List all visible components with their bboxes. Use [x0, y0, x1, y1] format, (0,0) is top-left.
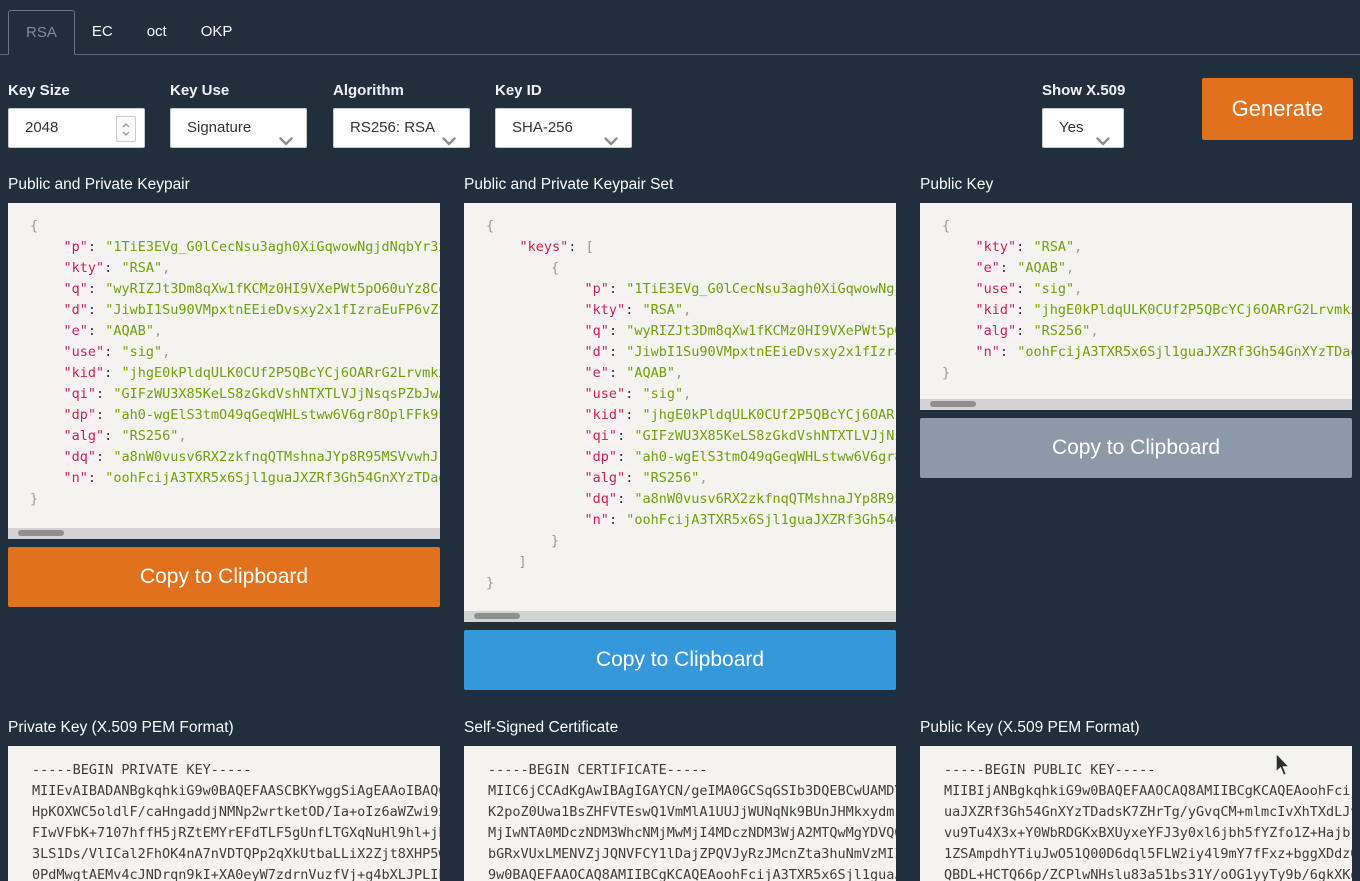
show-x509-label: Show X.509: [1042, 82, 1125, 100]
key-id-select[interactable]: SHA-256: [495, 108, 632, 148]
public-key-column: Public Key { "kty": "RSA", "e": "AQAB", …: [920, 175, 1352, 478]
generator-form: Key Size 2048 Key Use Signature Algorith…: [0, 82, 1360, 148]
certificate-title: Self-Signed Certificate: [464, 718, 896, 737]
chevron-down-icon: [279, 123, 293, 148]
key-id-label: Key ID: [495, 82, 632, 100]
keypair-json-code: { "p": "1TiE3EVg_G0lCecNsu3agh0XiGqwowNg…: [8, 203, 440, 510]
key-use-label: Key Use: [170, 82, 307, 100]
public-key-json-code: { "kty": "RSA", "e": "AQAB", "use": "sig…: [920, 203, 1352, 384]
key-id-field: Key ID SHA-256: [495, 82, 632, 148]
copy-keypair-button[interactable]: Copy to Clipboard: [8, 547, 440, 607]
private-key-pem-text: -----BEGIN PRIVATE KEY-----MIIEvAIBADANB…: [8, 746, 440, 881]
private-key-pem-column: Private Key (X.509 PEM Format) -----BEGI…: [8, 718, 440, 881]
chevron-down-icon: [604, 123, 618, 148]
algorithm-field: Algorithm RS256: RSA: [333, 82, 470, 148]
chevron-down-icon: [1096, 123, 1110, 148]
spinner-up-icon[interactable]: [122, 123, 130, 128]
show-x509-select[interactable]: Yes: [1042, 108, 1124, 148]
certificate-text: -----BEGIN CERTIFICATE-----MIIC6jCCAdKgA…: [464, 746, 896, 881]
keypair-set-json-code: { "keys": [ { "p": "1TiE3EVg_G0lCecNsu3a…: [464, 203, 896, 594]
number-spinner[interactable]: [116, 116, 136, 142]
certificate-column: Self-Signed Certificate -----BEGIN CERTI…: [464, 718, 896, 881]
key-type-tabs: RSA EC oct OKP: [0, 10, 1360, 55]
key-id-value: SHA-256: [512, 119, 573, 136]
horizontal-scrollbar[interactable]: [464, 611, 896, 622]
public-key-title: Public Key: [920, 175, 1352, 194]
public-key-pem-title: Public Key (X.509 PEM Format): [920, 718, 1352, 737]
keypair-column: Public and Private Keypair { "p": "1TiE3…: [8, 175, 440, 607]
key-size-field: Key Size 2048: [8, 82, 145, 148]
tab-rsa[interactable]: RSA: [8, 10, 75, 55]
key-size-input[interactable]: 2048: [8, 108, 145, 148]
key-size-label: Key Size: [8, 82, 145, 100]
spinner-down-icon[interactable]: [122, 131, 130, 136]
public-key-json-box[interactable]: { "kty": "RSA", "e": "AQAB", "use": "sig…: [920, 203, 1352, 410]
horizontal-scrollbar[interactable]: [8, 528, 440, 539]
keypair-set-column: Public and Private Keypair Set { "keys":…: [464, 175, 896, 690]
key-use-select[interactable]: Signature: [170, 108, 307, 148]
json-results: Public and Private Keypair { "p": "1TiE3…: [0, 175, 1360, 690]
key-use-value: Signature: [187, 119, 251, 136]
private-key-pem-box[interactable]: -----BEGIN PRIVATE KEY-----MIIEvAIBADANB…: [8, 746, 440, 881]
show-x509-value: Yes: [1059, 119, 1083, 136]
tab-ec[interactable]: EC: [75, 10, 130, 55]
private-key-pem-title: Private Key (X.509 PEM Format): [8, 718, 440, 737]
public-key-pem-column: Public Key (X.509 PEM Format) -----BEGIN…: [920, 718, 1352, 881]
keypair-title: Public and Private Keypair: [8, 175, 440, 194]
tab-oct[interactable]: oct: [130, 10, 184, 55]
horizontal-scrollbar[interactable]: [920, 399, 1352, 410]
keypair-set-json-box[interactable]: { "keys": [ { "p": "1TiE3EVg_G0lCecNsu3a…: [464, 203, 896, 622]
keypair-set-title: Public and Private Keypair Set: [464, 175, 896, 194]
key-use-field: Key Use Signature: [170, 82, 307, 148]
algorithm-select[interactable]: RS256: RSA: [333, 108, 470, 148]
algorithm-label: Algorithm: [333, 82, 470, 100]
scrollbar-thumb[interactable]: [18, 530, 64, 536]
scrollbar-thumb[interactable]: [930, 401, 976, 407]
tab-okp[interactable]: OKP: [184, 10, 250, 55]
copy-keypair-set-button[interactable]: Copy to Clipboard: [464, 630, 896, 690]
copy-public-key-button[interactable]: Copy to Clipboard: [920, 418, 1352, 478]
algorithm-value: RS256: RSA: [350, 119, 435, 136]
pem-results: Private Key (X.509 PEM Format) -----BEGI…: [0, 718, 1360, 881]
mkjwk-app: RSA EC oct OKP Key Size 2048 Key Use Sig…: [0, 0, 1360, 881]
key-size-value: 2048: [25, 119, 58, 136]
certificate-box[interactable]: -----BEGIN CERTIFICATE-----MIIC6jCCAdKgA…: [464, 746, 896, 881]
chevron-down-icon: [442, 123, 456, 148]
generate-button[interactable]: Generate: [1202, 78, 1353, 140]
show-x509-field: Show X.509 Yes: [1042, 82, 1125, 148]
keypair-json-box[interactable]: { "p": "1TiE3EVg_G0lCecNsu3agh0XiGqwowNg…: [8, 203, 440, 539]
mouse-cursor-icon: [1272, 752, 1292, 780]
scrollbar-thumb[interactable]: [474, 613, 520, 619]
